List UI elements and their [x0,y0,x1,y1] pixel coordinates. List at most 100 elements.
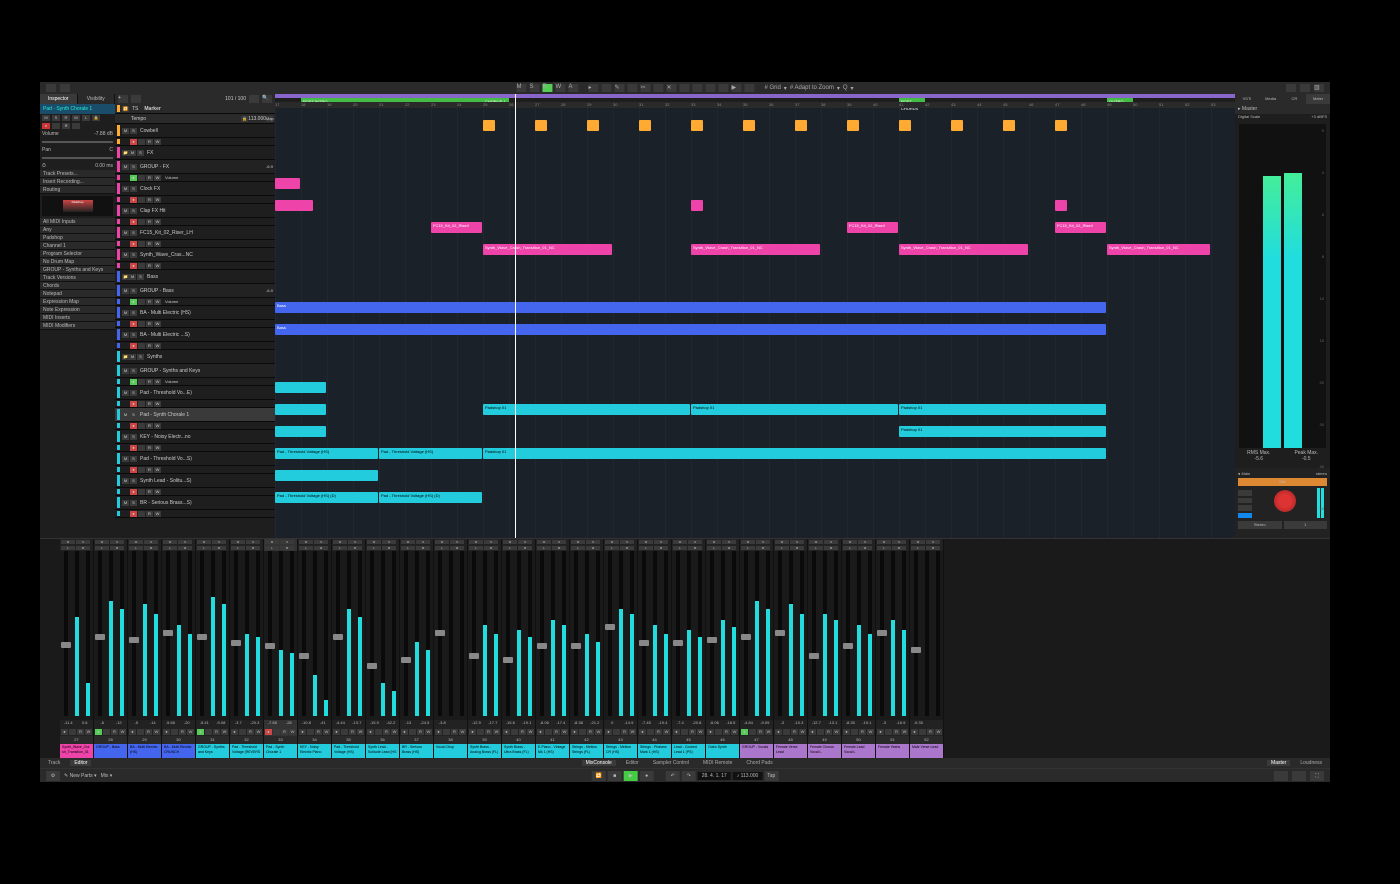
ch-solo[interactable]: S [926,540,940,544]
mute-btn[interactable]: M [122,310,129,316]
ch-rec[interactable]: ● [129,729,136,735]
solo-btn[interactable]: S [130,164,137,170]
rec-btn[interactable]: ● [130,241,137,247]
write-btn[interactable]: W [154,467,161,473]
write-btn[interactable]: W [154,445,161,451]
mute-btn[interactable]: M [122,230,129,236]
search-icon[interactable]: 🔍 [262,95,272,103]
ch-mon[interactable] [477,729,484,735]
ch-write[interactable]: W [561,729,568,735]
ch-mute[interactable]: M [911,540,925,544]
mute-btn[interactable]: M [122,288,129,294]
track-row[interactable]: M S Synth Lead - Solitu...S) [115,474,275,488]
audio-event[interactable]: Bass [275,302,1106,313]
audio-event[interactable] [275,470,378,481]
mixer-channel[interactable]: M S L Ø -4.44 -13.7 ● R W 35 Pad - Thres… [332,539,366,758]
ch-read[interactable]: R [927,729,934,735]
read-btn[interactable]: R [146,263,153,269]
track-row[interactable]: M S BR - Serious Brass...S) [115,496,275,510]
ch-mon[interactable] [579,729,586,735]
ch-edit[interactable]: Ø [76,546,90,550]
drum-map[interactable]: No Drum Map [40,258,115,266]
monitor-btn[interactable] [138,379,145,385]
audio-event[interactable]: Bass [275,324,1106,335]
mute-btn[interactable]: M [122,252,129,258]
tempo-display[interactable]: ♪ 113.000 [733,772,763,780]
ch-label[interactable]: Synth_Wave_Cra sh_Transition_01 [60,744,93,758]
ch-fader[interactable] [98,551,102,716]
ch-fader[interactable] [132,551,136,716]
mixer-channel[interactable]: M S L Ø -3.7 -20.3 ● R W 32 Pad - Thresh… [230,539,264,758]
ch-read[interactable]: R [111,729,118,735]
ch-write[interactable]: W [85,729,92,735]
mixer-channel[interactable]: M S L Ø -7.88 -28 ● R W 33 Pad - Synth C… [264,539,298,758]
lower-tab[interactable]: MIDI Remote [699,760,736,766]
insp-monitor[interactable] [52,123,60,129]
mute-btn[interactable]: M [129,274,136,280]
track-row[interactable]: M S Synth_Wave_Cras...NC [115,248,275,262]
solo-all[interactable]: S [529,84,539,92]
ch-fader[interactable] [812,551,816,716]
mixer-channel[interactable]: M S L Ø -8.06 -17.4 ● R W 41 E-Piano - V… [536,539,570,758]
ch-mute[interactable]: M [571,540,585,544]
rec-btn[interactable]: ● [130,139,137,145]
read-btn[interactable]: R [146,139,153,145]
rec-btn[interactable]: ● [130,423,137,429]
ch-mute[interactable]: M [741,540,755,544]
ch-write[interactable]: W [595,729,602,735]
ch-solo[interactable]: S [212,540,226,544]
ch-mon[interactable] [137,729,144,735]
ch-read[interactable]: R [519,729,526,735]
ch-mute[interactable]: M [877,540,891,544]
output-group[interactable]: GROUP - Synths and Keys [40,266,115,274]
ch-fader[interactable] [846,551,850,716]
ch-solo[interactable]: S [246,540,260,544]
mixer-channel[interactable]: M S L Ø -3 -10.3 ● R W 48 Female Verse L… [774,539,808,758]
inspector-tab[interactable]: Inspector [40,94,78,104]
monitor-btn[interactable] [138,401,145,407]
ch-fader[interactable] [438,551,442,716]
rec-btn[interactable]: ● [130,489,137,495]
marker-loop-icon[interactable]: 🔁 [122,106,129,112]
cr-btn1[interactable] [1238,490,1252,496]
audio-event[interactable]: Padshop 01 [483,448,1106,459]
monitor-btn[interactable] [138,139,145,145]
insp-read[interactable]: R [62,115,70,121]
ch-rec[interactable]: ● [877,729,884,735]
insp-section-0[interactable]: Track Versions [40,274,115,282]
ch-fader[interactable] [642,551,646,716]
mixer-channel[interactable]: M S L Ø -10.8 -41 ● R W 34 KEY - Noisy E… [298,539,332,758]
ch-rec[interactable]: ● [537,729,544,735]
ch-mute[interactable]: M [775,540,789,544]
ch-label[interactable]: E-Piano - Vintage Mk 1 (HS) [536,744,569,758]
audio-event[interactable] [483,120,495,131]
mixer-channel[interactable]: M S L Ø -6.06 -18.5 ● R W 46 Outro Synth [706,539,740,758]
bottom-tab[interactable]: Track [44,760,64,766]
ch-read[interactable]: R [179,729,186,735]
ch-solo[interactable]: S [654,540,668,544]
ch-listen[interactable]: L [163,546,177,550]
cr-stereo-btn[interactable]: Stereo [1238,521,1282,529]
solo-btn[interactable]: S [130,412,137,418]
ch-label[interactable]: Female Verse Lead [774,744,807,758]
ch-read[interactable]: R [485,729,492,735]
quantize-dropdown[interactable]: Q [843,85,848,91]
ch-edit[interactable]: Ø [926,546,940,550]
ch-label[interactable]: Synth Lead - Solitude Lead (HS [366,744,399,758]
track-row[interactable]: M S Pad - Threshold Vo...E) [115,386,275,400]
solo-btn[interactable]: S [130,478,137,484]
cr-mix[interactable]: Mix [1238,478,1327,486]
range-tool-icon[interactable] [601,84,611,92]
read-btn[interactable]: R [146,445,153,451]
insp-solo[interactable]: S [52,115,60,121]
ch-write[interactable]: W [391,729,398,735]
comp-tool-icon[interactable] [692,84,702,92]
mute-btn[interactable]: M [122,412,129,418]
ch-mon[interactable] [273,729,280,735]
delay-value[interactable]: 0.00 ms [95,163,113,169]
ch-rec[interactable]: ● [571,729,578,735]
ch-solo[interactable]: S [586,540,600,544]
ch-write[interactable]: W [629,729,636,735]
read-btn[interactable]: R [146,321,153,327]
audio-event[interactable] [275,200,313,211]
